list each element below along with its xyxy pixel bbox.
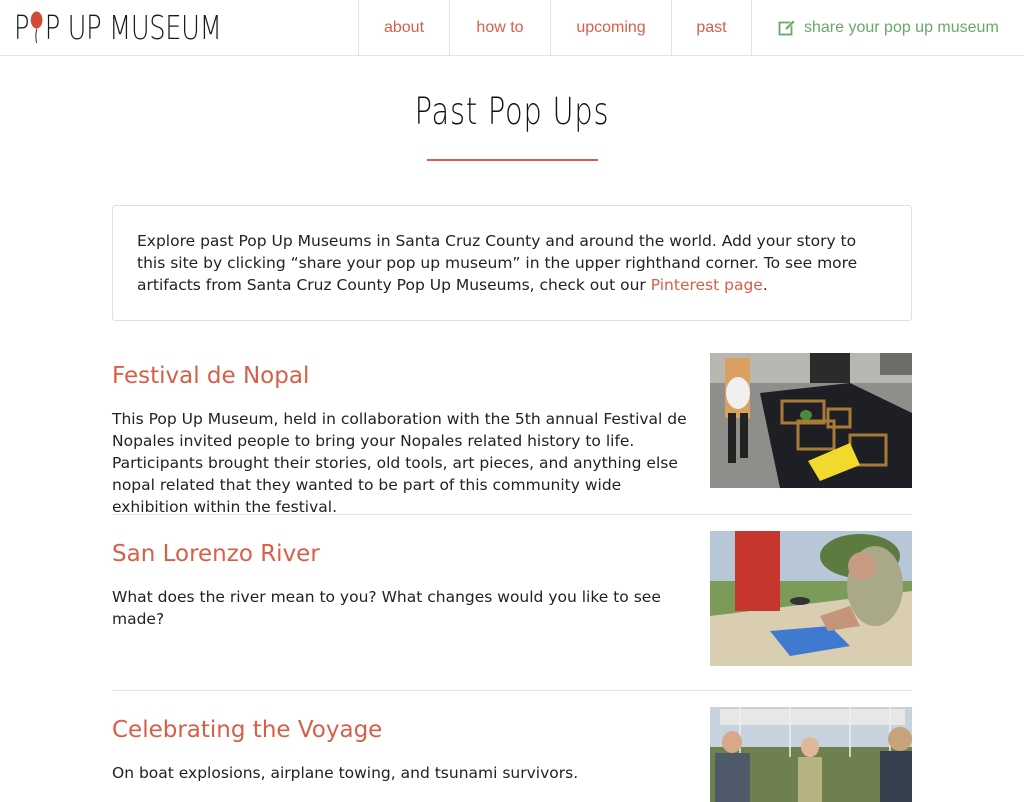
entry-description: What does the river mean to you? What ch… xyxy=(112,588,661,628)
entry-photo[interactable] xyxy=(710,353,912,488)
nav-share-button[interactable]: share your pop up museum xyxy=(751,0,1024,55)
entry-description: On boat explosions, airplane towing, and… xyxy=(112,764,579,782)
festival-photo xyxy=(710,353,912,488)
site-logo[interactable]: P P UP MUSEUM xyxy=(14,4,280,50)
entry-divider xyxy=(112,514,912,515)
entry-title[interactable]: Celebrating the Voyage xyxy=(112,717,382,743)
entry-title[interactable]: San Lorenzo River xyxy=(112,541,320,567)
voyage-photo xyxy=(710,707,912,802)
river-photo xyxy=(710,531,912,666)
page-title: Past Pop Ups xyxy=(414,90,610,133)
title-underline xyxy=(427,159,598,161)
nav-how-to[interactable]: how to xyxy=(449,0,550,55)
balloon-icon xyxy=(31,11,43,44)
entry-description: This Pop Up Museum, held in collaboratio… xyxy=(112,410,687,516)
entry-photo[interactable] xyxy=(710,707,912,802)
top-navigation-bar: P P UP MUSEUM about how to upcoming past… xyxy=(0,0,1024,56)
intro-box: Explore past Pop Up Museums in Santa Cru… xyxy=(112,205,912,321)
share-label: share your pop up museum xyxy=(804,18,999,36)
entry-san-lorenzo-river: San Lorenzo River What does the river me… xyxy=(112,531,912,681)
entry-title[interactable]: Festival de Nopal xyxy=(112,363,309,389)
entry-festival-de-nopal: Festival de Nopal This Pop Up Museum, he… xyxy=(112,353,912,516)
nav-upcoming[interactable]: upcoming xyxy=(550,0,671,55)
entry-photo[interactable] xyxy=(710,531,912,666)
nav-about[interactable]: about xyxy=(358,0,449,55)
logo-wordmark: P P UP MUSEUM xyxy=(14,7,222,47)
edit-icon xyxy=(778,19,796,35)
entry-divider xyxy=(112,690,912,691)
pinterest-link[interactable]: Pinterest page xyxy=(651,276,763,294)
main-nav: about how to upcoming past share your po… xyxy=(358,0,1024,55)
entry-celebrating-the-voyage: Celebrating the Voyage On boat explosion… xyxy=(112,707,912,802)
nav-past[interactable]: past xyxy=(671,0,751,55)
intro-text-end: . xyxy=(762,276,768,294)
